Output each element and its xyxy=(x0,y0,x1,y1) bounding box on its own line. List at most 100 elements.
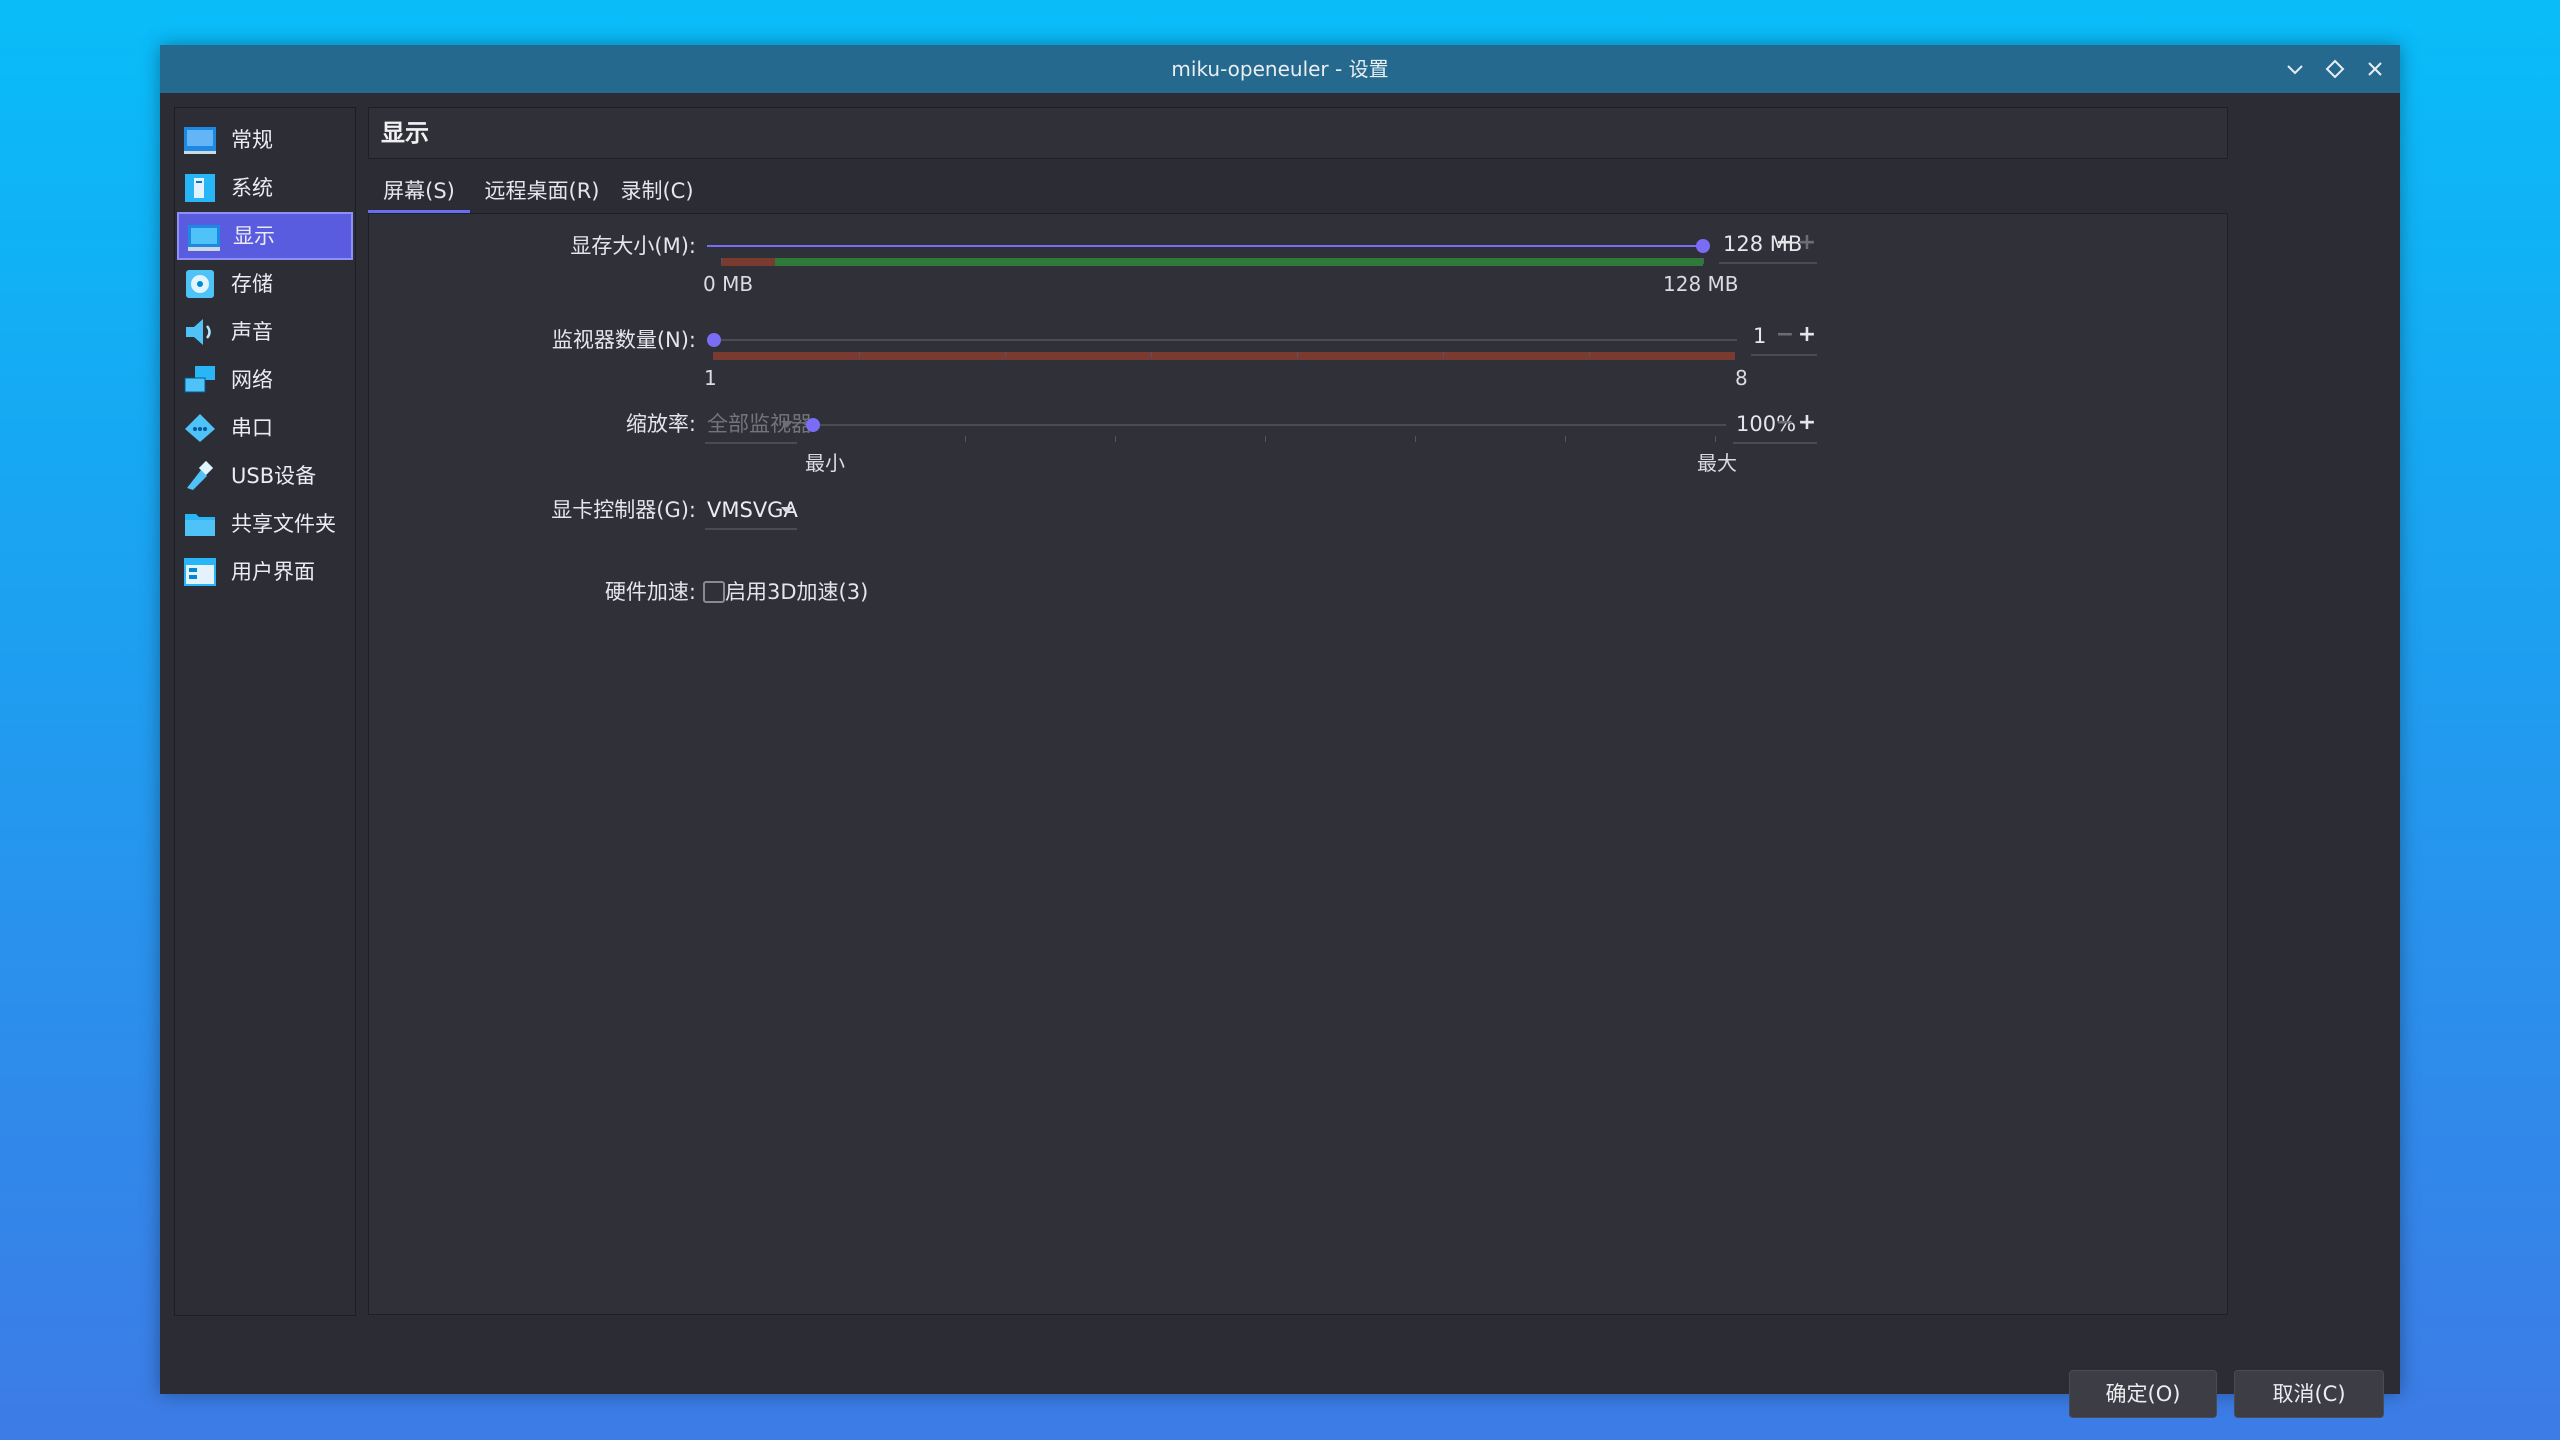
sidebar-item-usb[interactable]: USB设备 xyxy=(175,452,355,500)
monitor-count-label: 监视器数量(N): xyxy=(551,328,696,352)
monitor-count-tick xyxy=(1151,352,1152,358)
minimize-button[interactable] xyxy=(2283,57,2307,81)
video-memory-slider-handle[interactable] xyxy=(1696,239,1710,253)
scale-factor-decrement-button[interactable]: − xyxy=(1773,406,1797,442)
video-memory-tick xyxy=(1703,258,1704,264)
monitor-count-spinbox[interactable]: 1 − + xyxy=(1751,318,1817,356)
sidebar-item-user-interface[interactable]: 用户界面 xyxy=(175,548,355,596)
video-memory-slider-track[interactable] xyxy=(707,245,1703,247)
sidebar-item-label: 串口 xyxy=(231,416,273,440)
sidebar-item-display[interactable]: 显示 xyxy=(177,212,353,260)
graphics-controller-select[interactable]: VMSVGA xyxy=(705,492,798,530)
monitor-count-slider-handle[interactable] xyxy=(707,333,721,347)
video-memory-decrement-button[interactable]: − xyxy=(1773,226,1797,262)
sidebar-item-label: 用户界面 xyxy=(231,560,315,584)
storage-icon xyxy=(183,268,217,300)
video-memory-label: 显存大小(M): xyxy=(570,234,696,258)
scale-monitor-select-value: 全部监视器 xyxy=(707,412,812,436)
serial-port-icon xyxy=(183,412,217,444)
scale-factor-tick xyxy=(965,436,966,442)
scale-factor-slider-track[interactable] xyxy=(806,424,1726,426)
system-icon xyxy=(183,172,217,204)
sidebar-item-serial-port[interactable]: 串口 xyxy=(175,404,355,452)
page-title: 显示 xyxy=(381,119,429,147)
general-icon xyxy=(183,124,217,156)
close-button[interactable] xyxy=(2363,57,2387,81)
ok-button[interactable]: 确定(O) xyxy=(2069,1370,2217,1418)
monitor-count-max-label: 8 xyxy=(1735,366,1748,390)
video-memory-tick xyxy=(721,258,722,264)
scale-factor-tick xyxy=(1565,436,1566,442)
monitor-count-tick xyxy=(1297,352,1298,358)
graphics-controller-label: 显卡控制器(G): xyxy=(551,498,696,522)
monitor-count-tick xyxy=(1443,352,1444,358)
sidebar-item-network[interactable]: 网络 xyxy=(175,356,355,404)
scale-factor-min-label: 最小 xyxy=(805,451,845,475)
close-icon xyxy=(2368,62,2382,76)
settings-sidebar: 常规 系统 显示 存储 声音 网络 串口 USB设备 共享文件夹 用户界面 xyxy=(174,107,356,1316)
display-icon xyxy=(187,222,221,254)
tab-screen[interactable]: 屏幕(S) xyxy=(368,172,470,213)
monitor-count-min-label: 1 xyxy=(704,366,717,390)
sidebar-item-storage[interactable]: 存储 xyxy=(175,260,355,308)
monitor-count-warning-range xyxy=(713,352,1735,360)
video-memory-increment-button[interactable]: + xyxy=(1795,226,1819,262)
settings-window: miku-openeuler - 设置 常规 系统 显示 存储 声音 网络 串口… xyxy=(160,45,2400,1418)
monitor-count-tick xyxy=(859,352,860,358)
scale-factor-tick xyxy=(1115,436,1116,442)
scale-factor-spinbox[interactable]: 100% − + xyxy=(1733,406,1817,444)
scale-factor-tick xyxy=(1715,436,1716,442)
maximize-button[interactable] xyxy=(2323,57,2347,81)
monitor-count-slider-track[interactable] xyxy=(707,339,1737,341)
shared-folder-icon xyxy=(183,508,217,540)
video-memory-warning-range xyxy=(721,258,775,266)
chevron-down-icon xyxy=(2287,65,2303,75)
sidebar-item-label: 常规 xyxy=(231,128,273,152)
video-memory-min-label: 0 MB xyxy=(703,272,754,296)
screen-tab-content: 显存大小(M): 0 MB 128 MB 128 MB − + 监视器数量(N)… xyxy=(368,213,2228,1315)
monitor-count-tick xyxy=(1005,352,1006,358)
chevron-down-icon xyxy=(781,507,793,514)
monitor-count-decrement-button[interactable]: − xyxy=(1773,318,1797,354)
sidebar-item-label: 网络 xyxy=(231,368,273,392)
tab-remote-display[interactable]: 远程桌面(R) xyxy=(480,172,604,210)
scale-factor-increment-button[interactable]: + xyxy=(1795,406,1819,442)
title-bar[interactable]: miku-openeuler - 设置 xyxy=(160,45,2400,93)
monitor-count-value[interactable]: 1 xyxy=(1753,318,1766,354)
user-interface-icon xyxy=(183,556,217,588)
monitor-count-increment-button[interactable]: + xyxy=(1795,318,1819,354)
scale-factor-max-label: 最大 xyxy=(1697,451,1737,475)
enable-3d-acceleration-checkbox[interactable] xyxy=(703,581,725,603)
audio-icon xyxy=(183,316,217,348)
sidebar-item-audio[interactable]: 声音 xyxy=(175,308,355,356)
cancel-button[interactable]: 取消(C) xyxy=(2234,1370,2384,1418)
chevron-down-icon xyxy=(781,421,793,428)
diamond-icon xyxy=(2325,59,2345,79)
sidebar-item-label: 共享文件夹 xyxy=(231,512,336,536)
scale-factor-tick xyxy=(1415,436,1416,442)
sidebar-item-label: USB设备 xyxy=(231,464,317,488)
video-memory-slider-fill xyxy=(707,245,1703,247)
window-title: miku-openeuler - 设置 xyxy=(1171,57,1389,81)
network-icon xyxy=(183,364,217,396)
sidebar-item-label: 系统 xyxy=(231,176,273,200)
sidebar-item-label: 存储 xyxy=(231,272,273,296)
sidebar-item-shared-folders[interactable]: 共享文件夹 xyxy=(175,500,355,548)
video-memory-recommended-range xyxy=(775,258,1703,266)
sidebar-item-general[interactable]: 常规 xyxy=(175,116,355,164)
scale-monitor-select[interactable]: 全部监视器 xyxy=(705,406,812,444)
scale-factor-tick xyxy=(1265,436,1266,442)
scale-factor-slider-handle[interactable] xyxy=(806,418,820,432)
tab-recording[interactable]: 录制(C) xyxy=(612,172,702,210)
monitor-count-tick xyxy=(1589,352,1590,358)
enable-3d-acceleration-label[interactable]: 启用3D加速(3) xyxy=(725,574,868,610)
sidebar-item-label: 声音 xyxy=(231,320,273,344)
sidebar-item-system[interactable]: 系统 xyxy=(175,164,355,212)
acceleration-label: 硬件加速: xyxy=(604,580,696,604)
video-memory-spinbox[interactable]: 128 MB − + xyxy=(1719,226,1817,264)
scale-factor-label: 缩放率: xyxy=(625,412,696,436)
sidebar-item-label: 显示 xyxy=(233,224,275,248)
video-memory-max-label: 128 MB xyxy=(1663,272,1739,296)
usb-icon xyxy=(183,460,217,492)
panel-header: 显示 xyxy=(368,107,2228,159)
